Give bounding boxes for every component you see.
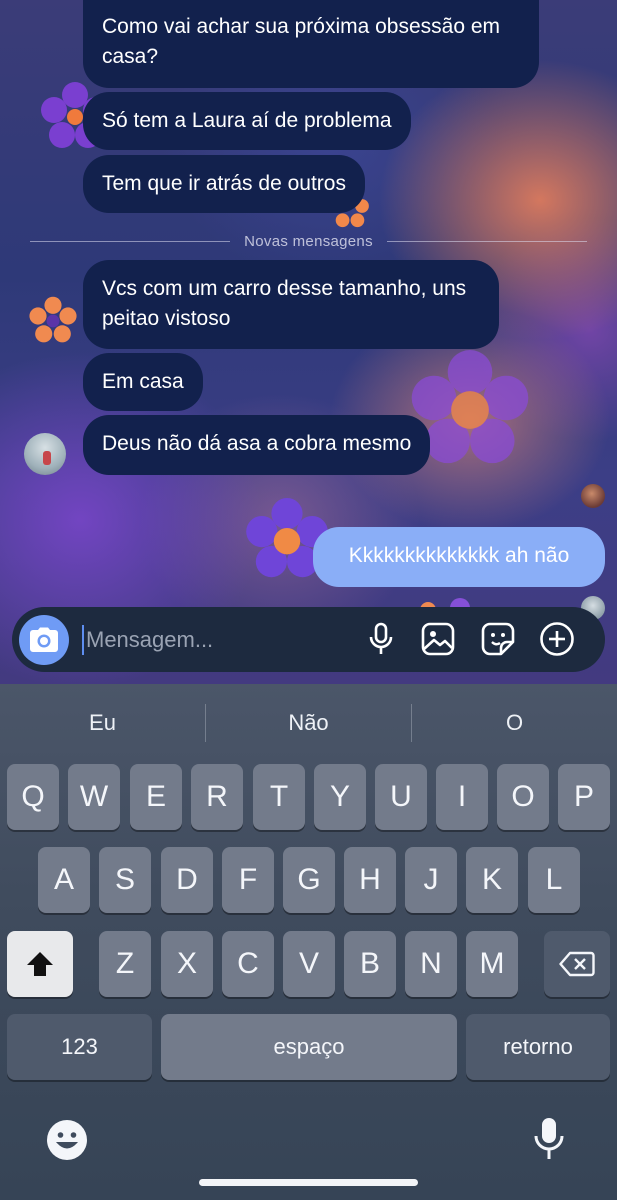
chat-area[interactable]: Como vai achar sua próxima obsessão em c… (0, 0, 617, 684)
key-x[interactable]: X (161, 931, 213, 997)
key-v[interactable]: V (283, 931, 335, 997)
camera-icon (30, 627, 58, 652)
key-a[interactable]: A (38, 847, 90, 913)
wallpaper-flower (29, 296, 77, 343)
emoji-button[interactable] (46, 1119, 88, 1161)
key-z[interactable]: Z (99, 931, 151, 997)
key-b[interactable]: B (344, 931, 396, 997)
new-messages-divider: Novas mensagens (30, 232, 588, 250)
camera-button[interactable] (19, 614, 69, 665)
microphone-button[interactable] (363, 621, 399, 657)
numbers-key[interactable]: 123 (7, 1014, 152, 1080)
gallery-button[interactable] (420, 621, 456, 657)
key-d[interactable]: D (161, 847, 213, 913)
key-s[interactable]: S (99, 847, 151, 913)
divider-line (386, 240, 588, 242)
add-button[interactable] (539, 621, 575, 657)
key-o[interactable]: O (497, 764, 549, 830)
key-c[interactable]: C (222, 931, 274, 997)
received-message[interactable]: Só tem a Laura aí de problema (83, 92, 411, 150)
sticker-button[interactable] (480, 621, 516, 657)
key-f[interactable]: F (222, 847, 274, 913)
message-input-area[interactable] (82, 620, 332, 660)
message-composer (12, 607, 605, 672)
microphone-icon (369, 622, 393, 654)
space-key[interactable]: espaço (161, 1014, 457, 1080)
dictation-icon (534, 1118, 564, 1159)
received-message[interactable]: Como vai achar sua próxima obsessão em c… (83, 0, 539, 88)
seen-avatar (581, 484, 605, 508)
key-l[interactable]: L (528, 847, 580, 913)
add-icon (540, 622, 574, 656)
key-u[interactable]: U (375, 764, 427, 830)
key-q[interactable]: Q (7, 764, 59, 830)
key-e[interactable]: E (130, 764, 182, 830)
key-m[interactable]: M (466, 931, 518, 997)
key-n[interactable]: N (405, 931, 457, 997)
return-key[interactable]: retorno (466, 1014, 610, 1080)
message-input[interactable] (86, 626, 326, 653)
home-indicator[interactable] (199, 1179, 418, 1186)
backspace-icon (559, 951, 595, 977)
received-message[interactable]: Em casa (83, 353, 203, 411)
dictation-button[interactable] (532, 1116, 566, 1162)
sent-message[interactable]: Kkkkkkkkkkkkkk ah não (313, 527, 605, 587)
suggestion[interactable]: Não (206, 684, 411, 762)
text-cursor (82, 624, 84, 655)
received-message[interactable]: Deus não dá asa a cobra mesmo (83, 415, 431, 475)
received-message[interactable]: Vcs com um carro desse tamanho, uns peit… (83, 260, 499, 349)
divider-label: Novas mensagens (244, 232, 373, 250)
key-k[interactable]: K (466, 847, 518, 913)
received-message[interactable]: Tem que ir atrás de outros (83, 155, 365, 213)
key-w[interactable]: W (68, 764, 120, 830)
shift-key[interactable] (7, 931, 73, 997)
key-g[interactable]: G (283, 847, 335, 913)
emoji-icon (47, 1120, 87, 1160)
shift-icon (27, 952, 53, 976)
backspace-key[interactable] (544, 931, 610, 997)
key-t[interactable]: T (253, 764, 305, 830)
key-r[interactable]: R (191, 764, 243, 830)
key-i[interactable]: I (436, 764, 488, 830)
suggestion[interactable]: Eu (0, 684, 205, 762)
sticker-icon (481, 622, 515, 656)
sender-avatar[interactable] (24, 433, 66, 475)
divider-line (30, 240, 231, 242)
keyboard: Eu Não O Q W E R T Y U I O P A S D F G H… (0, 684, 617, 1200)
key-h[interactable]: H (344, 847, 396, 913)
key-j[interactable]: J (405, 847, 457, 913)
suggestion[interactable]: O (412, 684, 617, 762)
gallery-icon (421, 622, 455, 656)
key-p[interactable]: P (558, 764, 610, 830)
key-y[interactable]: Y (314, 764, 366, 830)
